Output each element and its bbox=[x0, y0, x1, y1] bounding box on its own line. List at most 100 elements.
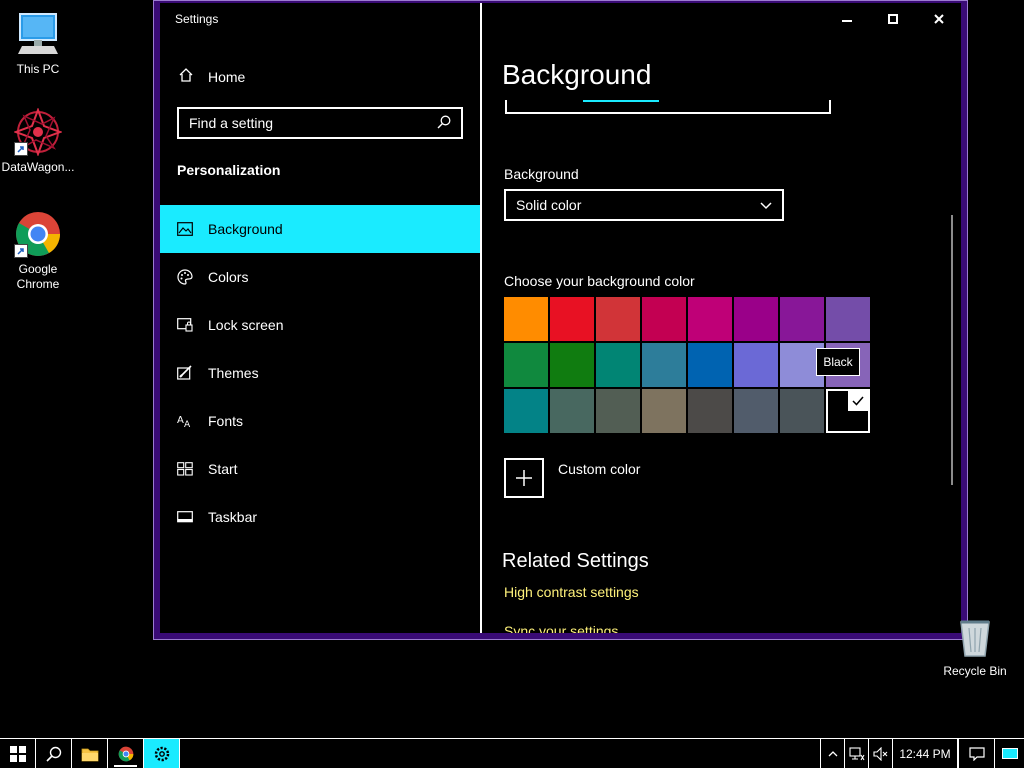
sidebar-item-fonts[interactable]: AA Fonts bbox=[160, 397, 480, 445]
link-sync-settings[interactable]: Sync your settings bbox=[504, 623, 618, 633]
scrollbar[interactable] bbox=[951, 215, 953, 485]
sidebar-item-lock-screen[interactable]: Lock screen bbox=[160, 301, 480, 349]
color-swatch[interactable] bbox=[504, 297, 548, 341]
color-swatch[interactable] bbox=[642, 389, 686, 433]
color-swatch[interactable] bbox=[550, 389, 594, 433]
content-pane: Background Background Solid color Choose… bbox=[482, 3, 961, 633]
taskbar-chrome[interactable] bbox=[108, 739, 144, 768]
color-swatch[interactable] bbox=[550, 297, 594, 341]
color-swatch[interactable] bbox=[504, 389, 548, 433]
home-icon bbox=[178, 67, 194, 86]
chevron-up-icon bbox=[828, 750, 837, 756]
color-swatch[interactable] bbox=[642, 297, 686, 341]
sidebar-item-background[interactable]: Background bbox=[160, 205, 480, 253]
color-swatch[interactable] bbox=[734, 297, 778, 341]
color-swatch[interactable] bbox=[596, 389, 640, 433]
chevron-down-icon bbox=[760, 197, 772, 213]
sidebar-item-label: Colors bbox=[208, 269, 249, 285]
page-title: Background bbox=[502, 59, 652, 90]
background-preview bbox=[505, 100, 831, 114]
volume-muted-icon bbox=[872, 746, 887, 761]
sidebar-item-label: Start bbox=[208, 461, 238, 477]
nav-home[interactable]: Home bbox=[178, 67, 245, 86]
start-icon bbox=[176, 460, 194, 478]
desktop-icon-this-pc[interactable]: This PC bbox=[0, 10, 76, 77]
svg-text:A: A bbox=[177, 415, 184, 426]
section-title: Personalization bbox=[177, 162, 281, 178]
shortcut-arrow-icon bbox=[14, 244, 28, 258]
svg-text:A: A bbox=[184, 420, 191, 429]
swatch-tooltip: Black bbox=[816, 348, 860, 376]
taskbar-settings[interactable] bbox=[144, 739, 180, 768]
desktop-icon-datawagon[interactable]: DataWagon... bbox=[0, 107, 76, 175]
choose-color-label: Choose your background color bbox=[504, 273, 695, 289]
search-input[interactable]: Find a setting bbox=[177, 107, 463, 139]
sidebar-item-themes[interactable]: Themes bbox=[160, 349, 480, 397]
taskbar-search-button[interactable] bbox=[36, 739, 72, 768]
link-high-contrast[interactable]: High contrast settings bbox=[504, 584, 639, 600]
system-tray: 12:44 PM bbox=[820, 739, 1024, 768]
shortcut-arrow-icon bbox=[14, 142, 28, 156]
taskbar-file-explorer[interactable] bbox=[72, 739, 108, 768]
color-swatch[interactable] bbox=[688, 389, 732, 433]
recycle-bin-icon bbox=[951, 612, 999, 660]
background-type-dropdown[interactable]: Solid color bbox=[504, 189, 784, 221]
datawagon-app-icon bbox=[13, 107, 63, 157]
background-field-label: Background bbox=[504, 166, 579, 182]
palette-icon bbox=[176, 268, 194, 286]
preview-accent bbox=[583, 100, 659, 102]
action-center-button[interactable] bbox=[958, 739, 994, 768]
color-swatch[interactable] bbox=[596, 297, 640, 341]
color-swatch[interactable] bbox=[780, 297, 824, 341]
color-swatch[interactable] bbox=[688, 297, 732, 341]
clock[interactable]: 12:44 PM bbox=[892, 739, 958, 768]
running-indicator bbox=[114, 765, 137, 767]
show-desktop-button[interactable] bbox=[994, 739, 1024, 768]
sidebar-item-colors[interactable]: Colors bbox=[160, 253, 480, 301]
color-swatch-selected[interactable] bbox=[826, 389, 870, 433]
related-settings-title: Related Settings bbox=[502, 550, 649, 572]
file-explorer-icon bbox=[81, 748, 98, 761]
search-icon bbox=[45, 746, 61, 762]
start-button[interactable] bbox=[0, 739, 36, 768]
lock-screen-icon bbox=[176, 316, 194, 334]
color-swatch[interactable] bbox=[596, 343, 640, 387]
custom-color-label: Custom color bbox=[558, 461, 641, 477]
color-swatch[interactable] bbox=[550, 343, 594, 387]
sidebar-item-label: Themes bbox=[208, 365, 259, 381]
custom-color-button[interactable]: Custom color bbox=[504, 458, 640, 498]
color-swatch[interactable] bbox=[734, 389, 778, 433]
color-swatch[interactable] bbox=[780, 389, 824, 433]
color-swatch[interactable] bbox=[504, 343, 548, 387]
network-button[interactable] bbox=[844, 739, 868, 768]
color-swatch[interactable] bbox=[734, 343, 778, 387]
volume-button[interactable] bbox=[868, 739, 892, 768]
sidebar-item-taskbar[interactable]: Taskbar bbox=[160, 493, 480, 541]
sidebar-item-start[interactable]: Start bbox=[160, 445, 480, 493]
chrome-icon bbox=[118, 746, 133, 761]
chrome-icon bbox=[14, 210, 62, 258]
notification-icon bbox=[968, 746, 985, 761]
color-swatch[interactable] bbox=[688, 343, 732, 387]
windows-logo-icon bbox=[9, 745, 26, 762]
sidebar-nav: Background Colors Lock screen Themes A A… bbox=[160, 205, 480, 541]
settings-icon bbox=[154, 746, 169, 761]
color-swatch[interactable] bbox=[642, 343, 686, 387]
desktop-icon-recycle-bin[interactable]: Recycle Bin bbox=[940, 612, 1010, 678]
dropdown-value: Solid color bbox=[516, 197, 582, 213]
search-icon[interactable] bbox=[437, 115, 451, 132]
desktop-icon-chrome[interactable]: Google Chrome bbox=[0, 210, 76, 292]
settings-window-body: Settings Home Find a setting Personaliza… bbox=[160, 3, 961, 633]
desktop-icon-label: DataWagon... bbox=[1, 160, 75, 174]
search-placeholder: Find a setting bbox=[189, 115, 274, 131]
desktop-icon-label: This PC bbox=[16, 62, 60, 76]
show-hidden-icons-button[interactable] bbox=[820, 739, 844, 768]
fonts-icon: AA bbox=[176, 412, 194, 430]
color-swatch[interactable] bbox=[826, 297, 870, 341]
plus-icon bbox=[504, 458, 544, 498]
sidebar-item-label: Fonts bbox=[208, 413, 244, 429]
taskbar: 12:44 PM bbox=[0, 738, 1024, 768]
desktop-icon-label: Google Chrome bbox=[16, 262, 60, 291]
picture-icon bbox=[176, 220, 194, 238]
themes-icon bbox=[176, 364, 194, 382]
